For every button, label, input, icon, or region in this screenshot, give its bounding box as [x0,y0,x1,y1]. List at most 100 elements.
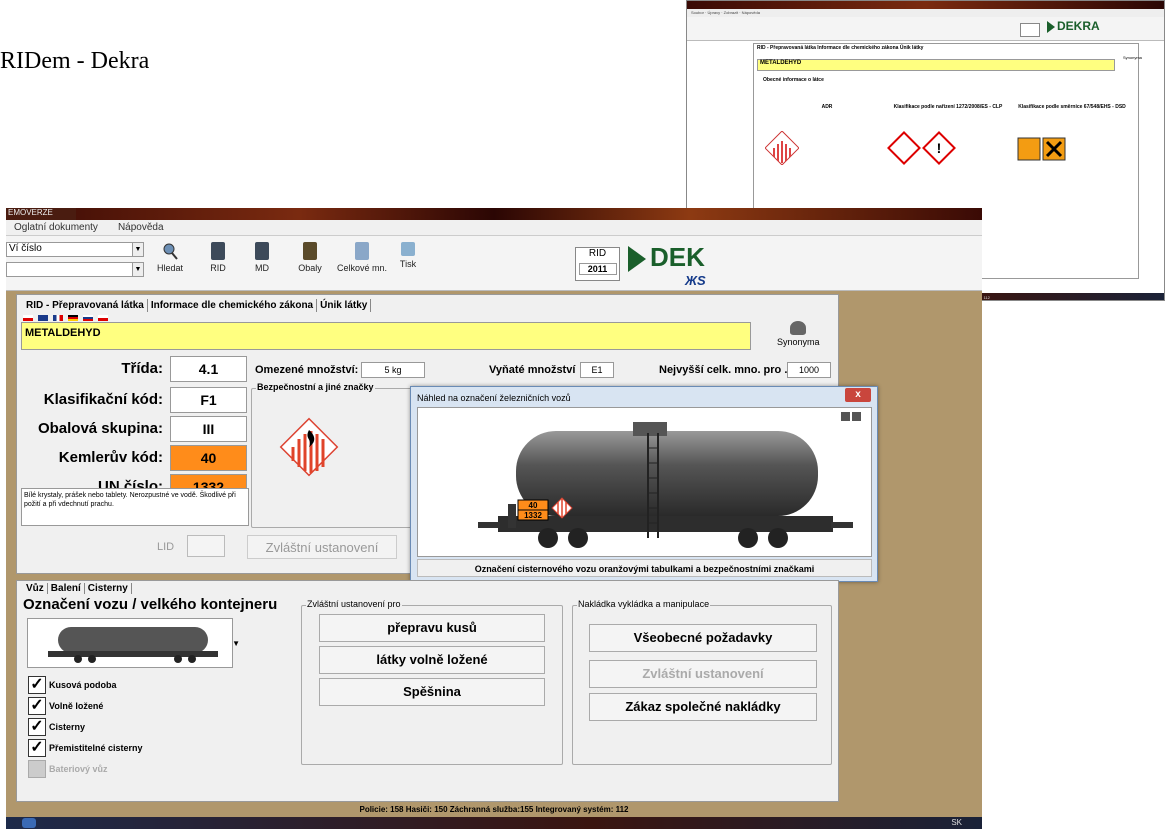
flag-cz-icon[interactable] [23,315,33,321]
checkbox-kusova[interactable]: ✓ Kusová podoba [28,676,117,694]
window-title: EMOVERZE [6,208,76,220]
preview-image-area: 40 1332 [417,407,872,557]
kemler-value: 40 [170,445,247,471]
obal-value: III [170,416,247,442]
checkmark-icon[interactable]: ✓ [28,739,46,757]
app-window: EMOVERZE Oglatní dokumenty Nápověda Ví č… [6,208,982,829]
checkmark-icon[interactable]: ✓ [28,676,46,694]
zvlastni-ustanoveni-button-disabled: Zvláštní ustanovení [247,535,397,559]
synonyma-icon [790,321,807,335]
synonyma-button[interactable]: Synonyma [777,321,820,347]
chevron-down-icon[interactable]: ▼ [132,263,143,276]
taskbar: SK [6,817,982,829]
thumb-dekra-logo: DEKRA [1047,19,1100,33]
obaly-button[interactable]: Obaly [290,242,330,273]
tab-rid[interactable]: RID - Přepravovaná látka [23,299,148,312]
flag-uk-icon[interactable] [38,315,48,321]
search-icon [163,243,178,260]
printer-icon [401,242,415,256]
printer-icon[interactable] [852,412,861,421]
thumb-dsd-icons [1017,137,1066,161]
language-flags [23,315,108,321]
thumb-ghs-icons: ! [887,131,956,165]
kemler-label: Kemlerův kód: [58,449,163,466]
vseobecne-pozadavky-button[interactable]: Všeobecné požadavky [589,624,817,652]
marking-title: Označení vozu / velkého kontejneru [23,596,278,613]
calculator-icon [355,242,369,260]
checkbox-premistitelne[interactable]: ✓ Přemistitelné cisterny [28,739,143,757]
flag-pl-icon[interactable] [98,315,108,321]
menu-item-help[interactable]: Nápověda [118,220,164,235]
nakladka-group-label: Nakládka vykládka a manipulace [577,599,711,609]
thumb-substance-name: METALDEHYD [757,59,1115,71]
thumb-toolbar: DEKRA [687,17,1164,41]
menu-item-documents[interactable]: Oglatní dokumenty [14,220,98,235]
klas-value: F1 [170,387,247,413]
thumb-synonyma: Synonyma [1123,55,1142,60]
thumb-rid-badge [1020,23,1040,37]
search-type-combo[interactable]: Ví číslo ▼ [6,242,144,257]
celkove-mn-button[interactable]: Celkové mn. [334,242,390,273]
checkmark-icon[interactable]: ✓ [28,718,46,736]
lid-field [187,535,225,557]
trida-value: 4.1 [170,356,247,382]
chevron-down-icon[interactable]: ▼ [132,243,143,256]
thumb-info: Obecné informace o látce [763,77,824,83]
slide-title: RIDem - Dekra [0,48,150,74]
tab-leak[interactable]: Únik látky [317,299,372,312]
tank-wagon-illustration: 40 1332 [478,422,853,548]
orange-plate-un: 1332 [524,511,542,520]
vyjate-label: Vyňaté množství [489,364,576,376]
thumb-col-dsd: Klasifikace podle směrnice 67/548/EHS - … [1018,104,1126,110]
thumb-col-clp: Klasifikace podle nařízení 1272/2008/ES … [893,104,1003,110]
preview-caption: Označení cisternového vozu oranžovými ta… [417,559,872,577]
checkbox-cisterny[interactable]: ✓ Cisterny [28,718,85,736]
thumb-tabs: RID - Přepravovaná látka Informace dle c… [757,45,924,51]
toolbar: Ví číslo ▼ ▼ Hledat RID MD Obaly Celkové… [6,236,982,291]
flammable-solid-label-icon [279,417,339,477]
book-icon [255,242,269,260]
svg-text:!: ! [937,140,942,156]
copy-icon[interactable] [841,412,850,421]
tab-cisterny[interactable]: Cisterny [85,583,132,594]
start-button-icon[interactable] [22,818,36,828]
package-icon [303,242,317,260]
dekra-sub-logo: ЖS [685,273,706,288]
tab-vuz[interactable]: Vůz [23,583,48,594]
zakaz-spolecne-nakladky-button[interactable]: Zákaz společné nakládky [589,693,817,721]
prepravu-kusu-button[interactable]: přepravu kusů [319,614,545,642]
wagon-preview-dialog: Náhled na označení železničních vozů x 4… [410,386,878,582]
close-button[interactable]: x [845,388,871,402]
flag-fr-icon[interactable] [53,315,63,321]
tray-language[interactable]: SK [951,818,962,827]
spesnina-button[interactable]: Spěšnina [319,678,545,706]
flag-de-icon[interactable] [68,315,78,321]
tab-chem-law[interactable]: Informace dle chemického zákona [148,299,318,312]
chevron-down-icon[interactable]: ▼ [232,639,240,648]
thumb-col-adr: ADR [821,104,833,110]
trida-label: Třída: [121,360,163,377]
md-button[interactable]: MD [242,242,282,273]
flag-ru-icon[interactable] [83,315,93,321]
search-button[interactable]: Hledat [150,242,190,273]
marking-panel: Vůz Balení Cisterny Označení vozu / velk… [16,580,839,802]
print-button[interactable]: Tisk [388,242,428,269]
omezene-label: Omezené množství: [255,364,359,376]
bezpecnostni-label: Bezpečnostní a jiné značky [256,382,375,392]
checkbox-volne[interactable]: ✓ Volně ložené [28,697,103,715]
rid-button[interactable]: RID [198,242,238,273]
nejvyssi-value: 1000 [787,362,831,378]
checkmark-icon[interactable]: ✓ [28,697,46,715]
zvlastni-group-label: Zvláštní ustanovení pro [306,599,402,609]
search-input[interactable]: ▼ [6,262,144,277]
wagon-type-combo[interactable]: ▼ [27,618,240,668]
vyjate-value: E1 [580,362,614,378]
rid-year-badge: RID 2011 [575,247,620,281]
tab-baleni[interactable]: Balení [48,583,85,594]
klas-label: Klasifikační kód: [43,391,163,408]
checkbox-bateriovy: Bateriový vůz [28,760,108,778]
menubar: Oglatní dokumenty Nápověda [6,220,982,236]
thumb-menu: Soubor · Úpravy · Zobrazit · Nápověda [687,9,1164,17]
omezene-value: 5 kg [361,362,425,378]
latky-volne-lozene-button[interactable]: látky volně ložené [319,646,545,674]
